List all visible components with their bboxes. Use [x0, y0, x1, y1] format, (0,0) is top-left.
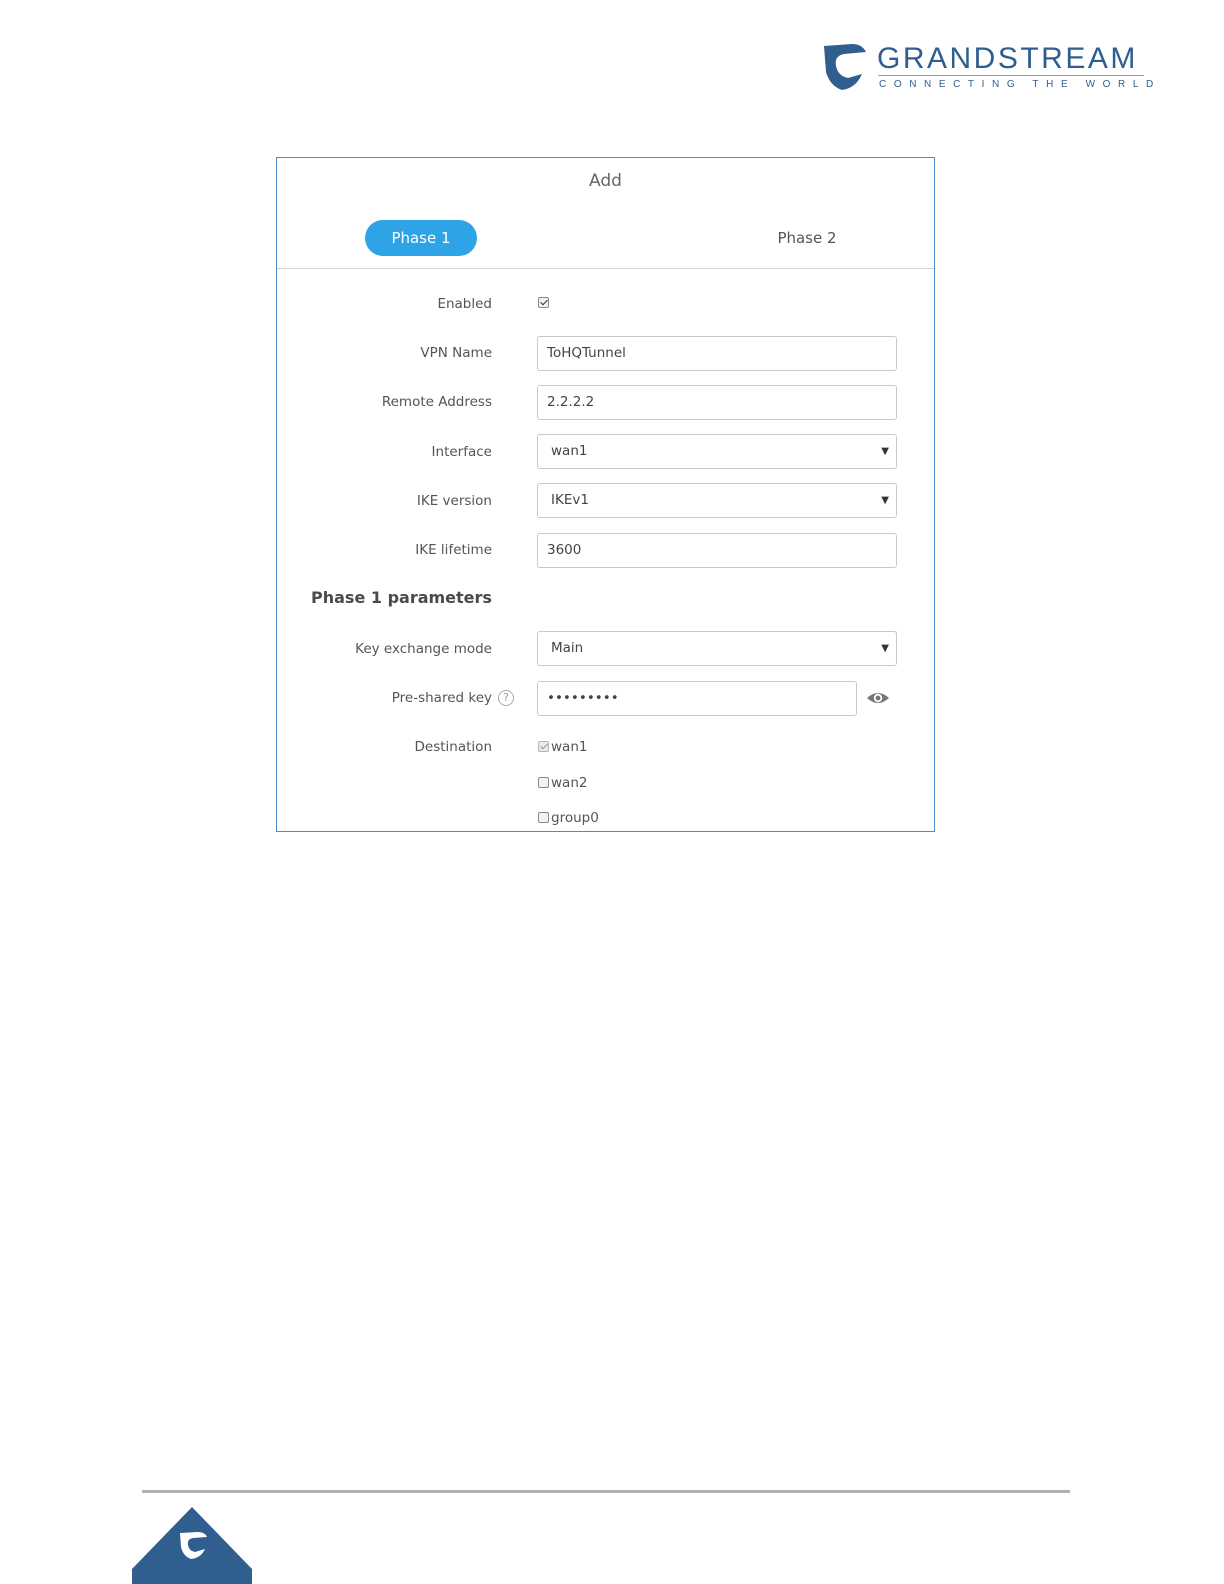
remote-address-label: Remote Address: [381, 394, 492, 410]
chevron-down-icon: ▼: [881, 495, 889, 506]
ike-version-label: IKE version: [416, 493, 492, 509]
ike-lifetime-label: IKE lifetime: [415, 542, 492, 558]
interface-value: wan1: [551, 443, 588, 459]
destination-wan1-checkbox[interactable]: [538, 741, 549, 752]
tab-phase-1[interactable]: Phase 1: [365, 220, 477, 256]
pre-shared-key-input[interactable]: •••••••••: [537, 681, 857, 716]
destination-group0-label: group0: [551, 810, 599, 826]
tabs-divider: [277, 268, 934, 269]
key-exchange-mode-label: Key exchange mode: [355, 641, 492, 657]
destination-label: Destination: [414, 739, 492, 755]
help-circle-icon[interactable]: ?: [498, 690, 514, 706]
brand-name: GRANDSTREAM: [877, 42, 1138, 75]
phase1-parameters-heading: Phase 1 parameters: [311, 588, 492, 607]
remote-address-input[interactable]: 2.2.2.2: [537, 385, 897, 420]
chevron-down-icon: ▼: [881, 446, 889, 457]
interface-label: Interface: [431, 444, 492, 460]
chevron-down-icon: ▼: [881, 643, 889, 654]
destination-wan2-checkbox[interactable]: [538, 777, 549, 788]
ike-lifetime-input[interactable]: 3600: [537, 533, 897, 568]
ike-version-value: IKEv1: [551, 492, 589, 508]
enabled-checkbox[interactable]: [538, 297, 549, 308]
destination-wan2-label: wan2: [551, 775, 588, 791]
dialog-title: Add: [589, 171, 622, 191]
eye-icon[interactable]: [866, 690, 890, 706]
key-exchange-mode-value: Main: [551, 640, 584, 656]
ike-version-select[interactable]: IKEv1 ▼: [537, 483, 897, 518]
pre-shared-key-label: Pre-shared key: [391, 690, 492, 706]
grandstream-logo-icon: [824, 44, 866, 90]
brand-tagline: CONNECTING THE WORLD: [879, 79, 1161, 90]
brand-rule: [878, 75, 1144, 76]
tab-phase-2[interactable]: Phase 2: [757, 220, 857, 256]
vpn-name-label: VPN Name: [420, 345, 492, 361]
grandstream-logo: GRANDSTREAM CONNECTING THE WORLD: [822, 42, 1153, 94]
destination-group0-checkbox[interactable]: [538, 812, 549, 823]
destination-wan1-label: wan1: [551, 739, 588, 755]
grandstream-footer-icon: [132, 1507, 252, 1584]
vpn-name-input[interactable]: ToHQTunnel: [537, 336, 897, 371]
key-exchange-mode-select[interactable]: Main ▼: [537, 631, 897, 666]
add-vpn-dialog: Add Phase 1 Phase 2 Enabled VPN Name ToH…: [276, 157, 935, 832]
footer-divider: [142, 1490, 1070, 1493]
interface-select[interactable]: wan1 ▼: [537, 434, 897, 469]
enabled-label: Enabled: [437, 296, 492, 312]
